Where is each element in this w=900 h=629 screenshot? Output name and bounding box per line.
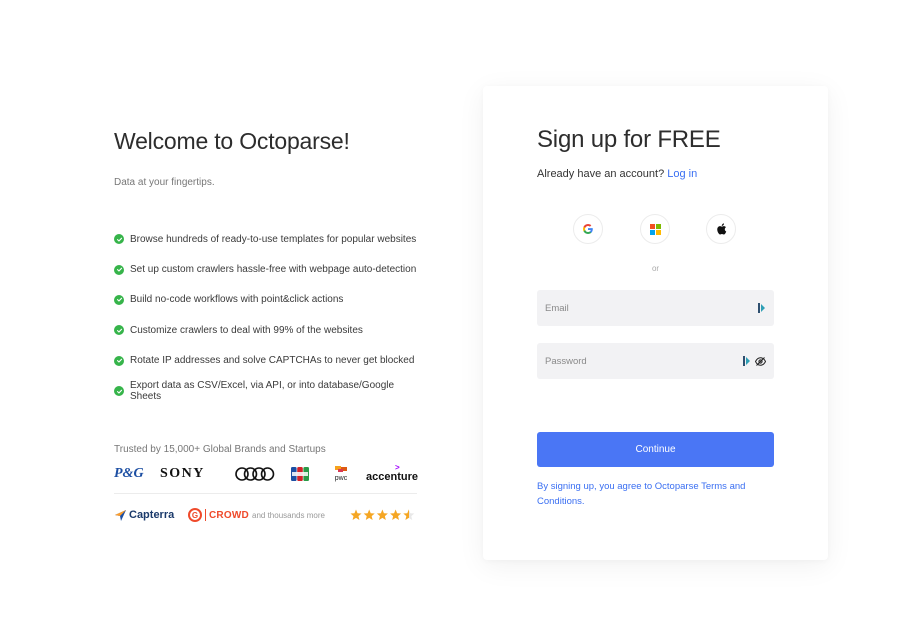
feature-text: Browse hundreds of ready-to-use template… — [130, 233, 417, 245]
signup-title: Sign up for FREE — [537, 126, 721, 153]
brand-logos: P&G SONY pwc > accenture — [114, 464, 418, 484]
star-icon — [376, 509, 388, 520]
star-icon — [363, 509, 375, 520]
login-link[interactable]: Log in — [667, 168, 697, 180]
feature-item: Browse hundreds of ready-to-use template… — [114, 224, 417, 254]
feature-text: Export data as CSV/Excel, via API, or in… — [130, 380, 395, 403]
pg-logo: P&G — [114, 464, 144, 484]
feature-item: Customize crawlers to deal with 99% of t… — [114, 315, 417, 345]
feature-list: Browse hundreds of ready-to-use template… — [114, 224, 417, 406]
sony-logo: SONY — [160, 464, 205, 484]
apple-icon — [716, 223, 726, 235]
capterra-text: Capterra — [129, 509, 175, 521]
review-logos: Capterra G CROWD and thousands more — [114, 505, 417, 525]
jcb-logo — [291, 464, 309, 484]
check-icon — [114, 234, 124, 245]
google-icon — [583, 224, 593, 234]
accenture-logo: > accenture — [366, 464, 418, 484]
feature-text: Build no-code workflows with point&click… — [130, 294, 344, 306]
crowd-text: CROWD — [209, 509, 249, 521]
divider — [114, 493, 417, 494]
email-input[interactable] — [545, 302, 754, 314]
thousands-more: and thousands more — [252, 505, 325, 525]
password-field — [537, 343, 774, 379]
sony-logo-text: SONY — [160, 466, 205, 481]
feature-text: Customize crawlers to deal with 99% of t… — [130, 324, 363, 336]
signup-card: Sign up for FREE Already have an account… — [483, 86, 828, 560]
or-divider: or — [651, 264, 660, 273]
check-icon — [114, 386, 124, 397]
apple-signin-button[interactable] — [706, 214, 736, 244]
g2-crowd-logo: G CROWD — [188, 505, 249, 525]
thousands-more-text: and thousands more — [252, 510, 325, 520]
star-rating — [350, 505, 416, 525]
google-signin-button[interactable] — [573, 214, 603, 244]
password-manager-icon[interactable] — [758, 303, 766, 313]
rating-stars-icon — [350, 509, 415, 520]
trusted-label: Trusted by 15,000+ Global Brands and Sta… — [114, 444, 326, 455]
welcome-panel: Welcome to Octoparse! Data at your finge… — [114, 130, 417, 406]
tagline: Data at your fingertips. — [114, 177, 215, 188]
check-icon — [114, 264, 124, 275]
login-prompt-text: Already have an account? — [537, 168, 665, 180]
toggle-visibility-icon[interactable] — [755, 356, 766, 366]
star-icon — [390, 509, 402, 520]
star-icon — [350, 509, 362, 520]
pwc-logo-text: pwc — [334, 475, 348, 482]
star-icon — [403, 509, 415, 520]
capterra-arrow-icon — [115, 509, 126, 521]
feature-item: Build no-code workflows with point&click… — [114, 285, 417, 315]
pg-logo-text: P&G — [114, 466, 144, 481]
pwc-logo: pwc — [331, 464, 351, 484]
feature-item: Export data as CSV/Excel, via API, or in… — [114, 376, 417, 406]
terms-link[interactable]: By signing up, you agree to Octoparse Te… — [537, 480, 774, 509]
check-icon — [114, 294, 124, 305]
check-icon — [114, 325, 124, 336]
password-manager-icon[interactable] — [743, 356, 751, 366]
continue-button[interactable]: Continue — [537, 432, 774, 467]
g2-separator — [205, 509, 206, 521]
welcome-title: Welcome to Octoparse! — [114, 128, 350, 154]
accenture-logo-text: accenture — [366, 471, 418, 483]
feature-text: Rotate IP addresses and solve CAPTCHAs t… — [130, 355, 415, 367]
capterra-logo: Capterra — [114, 505, 174, 525]
audi-logo — [235, 464, 275, 484]
feature-text: Set up custom crawlers hassle-free with … — [130, 264, 417, 276]
feature-item: Rotate IP addresses and solve CAPTCHAs t… — [114, 346, 417, 376]
check-icon — [114, 355, 124, 366]
microsoft-signin-button[interactable] — [640, 214, 670, 244]
password-input[interactable] — [545, 355, 739, 367]
g2-icon: G — [188, 508, 202, 522]
email-field — [537, 290, 774, 326]
login-prompt: Already have an account? Log in — [537, 168, 697, 180]
feature-item: Set up custom crawlers hassle-free with … — [114, 254, 417, 284]
microsoft-icon — [649, 223, 661, 235]
